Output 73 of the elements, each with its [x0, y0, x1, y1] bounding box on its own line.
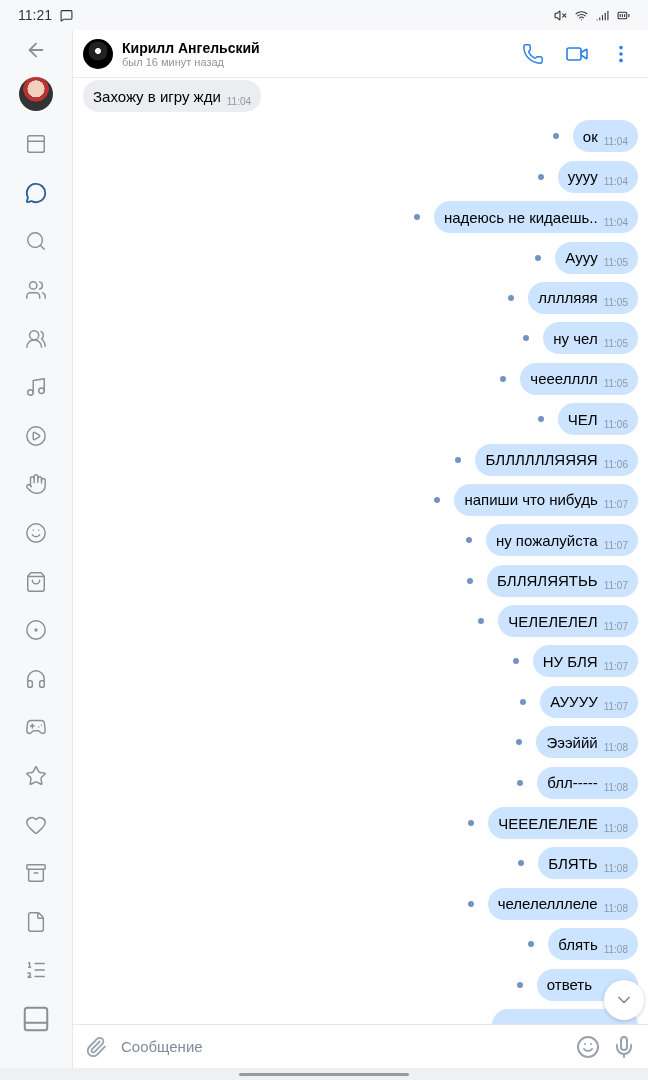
message-time: 11:07 [603, 580, 628, 592]
message-time: 11:06 [603, 418, 628, 430]
message-time: 11:04 [603, 135, 628, 147]
emoji-icon[interactable] [576, 1034, 600, 1059]
message-text: надеюсь не кидаешь.. [443, 208, 598, 226]
message-text: Аууу [565, 249, 598, 267]
message-text: Захожу в игру жди [93, 87, 221, 105]
chat-icon[interactable] [25, 181, 47, 204]
music-icon[interactable] [25, 376, 47, 399]
message-text: ЧЕЕЕЛЕЛЕЛЕ [498, 814, 598, 832]
message-text: лллляяя [538, 289, 598, 307]
signal-icon [596, 8, 609, 22]
message-time: 11:07 [603, 539, 628, 551]
message-time: 11:06 [603, 459, 628, 470]
play-icon[interactable] [25, 424, 47, 447]
message-time: 11:04 [603, 216, 628, 228]
message-text: ЧЕЛЕЛЕЛЕЛ [508, 612, 598, 630]
message-time: 11:08 [603, 782, 628, 794]
message-time: 11:07 [603, 660, 628, 672]
attach-icon[interactable] [85, 1035, 107, 1058]
message-text: чееелллл [530, 370, 598, 388]
message-text: БЛЛЛЛЛЛЯЯЯЯ [485, 451, 598, 468]
message-text: напиши что нибудь [464, 491, 598, 509]
message-text: БЛЯТЬ [548, 854, 598, 872]
message-time: 11:05 [603, 378, 628, 390]
panel-icon[interactable] [21, 1004, 51, 1034]
message-time: 11:08 [603, 903, 628, 915]
message-text: БЛЛЯЛЯЯТЬЬ [496, 572, 598, 590]
target-icon[interactable] [25, 619, 47, 642]
message-text: ну чел [553, 329, 598, 347]
message-text: АУУУУ [550, 693, 598, 711]
mute-icon [554, 8, 567, 22]
smile-icon[interactable] [25, 522, 47, 545]
file-icon[interactable] [25, 910, 47, 933]
message-text: ну пожалуйста [495, 531, 598, 549]
people-icon[interactable] [25, 279, 47, 302]
panel-icon[interactable] [25, 133, 47, 156]
home-handle[interactable] [239, 1072, 409, 1076]
message-time: 11:08 [603, 943, 628, 955]
contact-name: Кирилл Ангельский [122, 39, 261, 56]
message-time: 11:08 [603, 822, 628, 834]
message-text: блл----- [547, 774, 598, 792]
message-time: 11:07 [603, 499, 628, 511]
star-icon[interactable] [25, 765, 47, 787]
message-text: ЧЕЛ [567, 410, 598, 428]
message-text: НУ БЛЯ [542, 652, 598, 670]
clock: 11:21 [18, 7, 52, 23]
search-icon[interactable] [25, 230, 47, 253]
message-time: 11:04 [603, 176, 628, 188]
message-time: 11:07 [603, 620, 628, 632]
message-time: 11:08 [603, 862, 628, 874]
profile-avatar[interactable] [19, 77, 53, 111]
message-time: 11:05 [603, 297, 628, 309]
message-time: 11:08 [603, 741, 628, 753]
message-text: челелелллеле [497, 895, 598, 913]
message-text: блять [558, 935, 598, 953]
message-text: ок [582, 127, 598, 145]
message-text: уууу [567, 168, 598, 186]
notification-icon [60, 8, 73, 22]
message-time: 11:05 [603, 337, 628, 349]
hand-icon[interactable] [25, 473, 47, 496]
message-time: 11:07 [603, 701, 628, 713]
message-time: 11:04 [226, 95, 252, 107]
contact-avatar[interactable] [83, 38, 113, 69]
headphones-icon[interactable] [25, 667, 47, 690]
message-time: 11:05 [603, 257, 628, 269]
archive-icon[interactable] [25, 862, 47, 885]
group-icon[interactable] [25, 327, 47, 350]
bag-icon[interactable] [25, 570, 47, 593]
last-seen: был 16 минут назад [122, 55, 225, 68]
message-text: ответь [546, 976, 592, 994]
message-text: Эээййй [546, 733, 598, 751]
wifi-icon [575, 8, 588, 22]
